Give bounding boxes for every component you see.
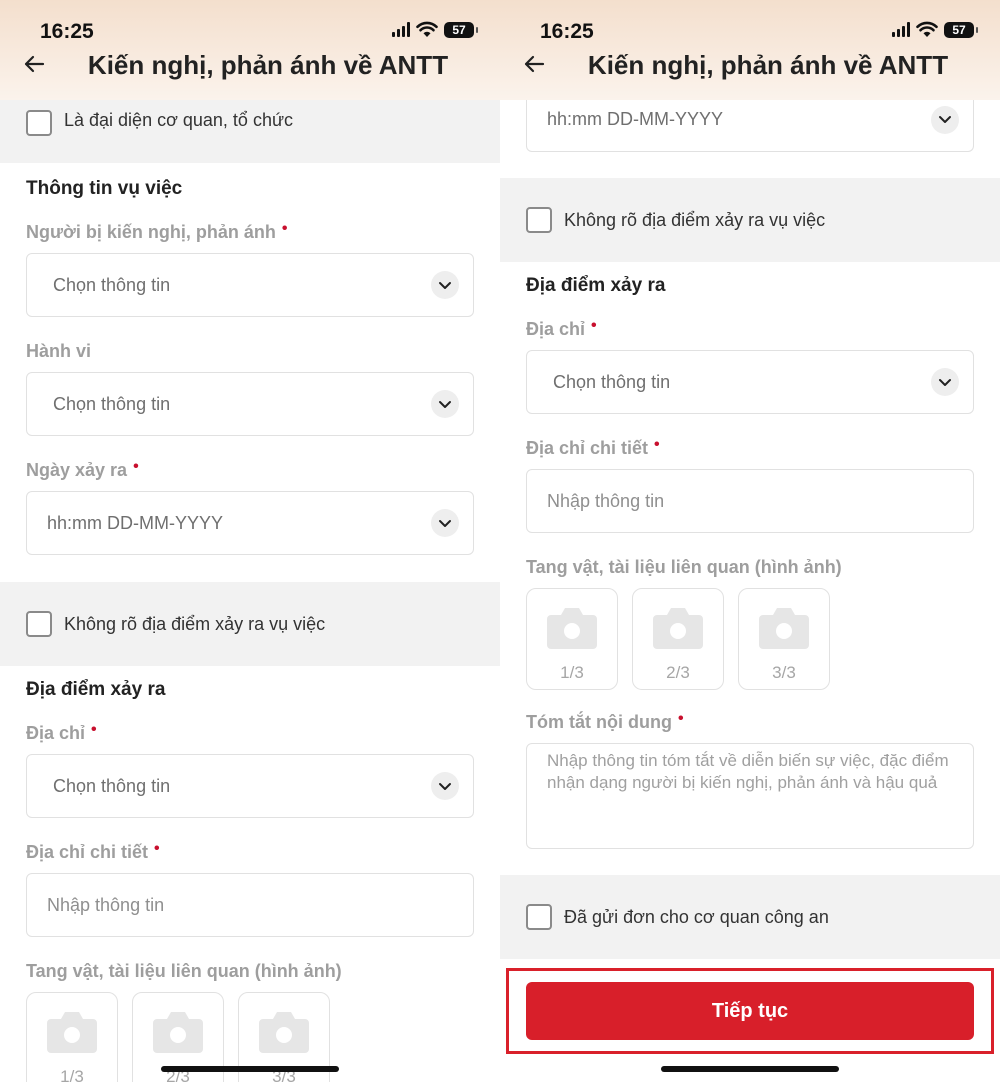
- behavior-select[interactable]: Chọn thông tin: [26, 372, 474, 436]
- incident-section-title: Thông tin vụ việc: [26, 178, 183, 199]
- status-time: 16:25: [40, 20, 94, 43]
- camera-icon: [47, 1012, 97, 1053]
- chevron-down-icon: [431, 509, 459, 537]
- address-select[interactable]: Chọn thông tin: [26, 754, 474, 818]
- page-title: Kiến nghị, phản ánh về ANTT: [587, 50, 949, 80]
- left-screen: 16:25 57 Kiến nghị, phản ánh về ANTT Là …: [0, 0, 500, 1082]
- chevron-down-icon: [431, 271, 459, 299]
- photo-slot[interactable]: 1/3: [26, 992, 118, 1082]
- battery-icon: 57: [944, 21, 978, 38]
- app-header: 16:25 57 Kiến nghị, phản ánh về ANTT: [500, 0, 1000, 100]
- date-label: Ngày xảy ra •: [26, 458, 139, 481]
- cellular-signal-icon: [892, 22, 910, 37]
- address-detail-label: Địa chỉ chi tiết •: [526, 436, 660, 459]
- unknown-location-checkbox[interactable]: [26, 611, 52, 637]
- unknown-location-label: Không rõ địa điểm xảy ra vụ việc: [64, 613, 326, 634]
- photo-slot[interactable]: 2/3: [632, 588, 724, 690]
- status-icons: 57: [392, 21, 478, 38]
- unknown-location-checkbox[interactable]: [526, 207, 552, 233]
- sent-to-police-label: Đã gửi đơn cho cơ quan công an: [564, 906, 829, 927]
- location-section-title: Địa điểm xảy ra: [26, 679, 166, 700]
- summary-label: Tóm tắt nội dung •: [526, 710, 684, 733]
- address-label: Địa chỉ •: [26, 721, 97, 744]
- photo-slot[interactable]: 3/3: [738, 588, 830, 690]
- behavior-label: Hành vi: [26, 341, 92, 361]
- unknown-location-row[interactable]: Không rõ địa điểm xảy ra vụ việc: [500, 178, 1000, 262]
- photo-slot[interactable]: 1/3: [526, 588, 618, 690]
- unknown-location-row[interactable]: Không rõ địa điểm xảy ra vụ việc: [0, 582, 500, 666]
- camera-icon: [547, 608, 597, 649]
- home-indicator[interactable]: [161, 1066, 339, 1072]
- address-select[interactable]: Chọn thông tin: [526, 350, 974, 414]
- app-header: 16:25 57 Kiến nghị, phản ánh về ANTT: [0, 0, 500, 100]
- status-time: 16:25: [540, 20, 594, 43]
- right-screen: 16:25 57 Kiến nghị, phản ánh về ANTT hh:…: [500, 0, 1000, 1082]
- address-detail-label: Địa chỉ chi tiết •: [26, 840, 160, 863]
- representative-label: Là đại diện cơ quan, tổ chức: [64, 110, 293, 130]
- wifi-icon: [916, 21, 938, 37]
- location-section-title: Địa điểm xảy ra: [526, 275, 666, 296]
- camera-icon: [153, 1012, 203, 1053]
- chevron-down-icon: [931, 105, 959, 134]
- sent-to-police-row[interactable]: Đã gửi đơn cho cơ quan công an: [500, 875, 1000, 959]
- summary-textarea[interactable]: Nhập thông tin tóm tắt về diễn biến sự v…: [526, 743, 974, 849]
- battery-icon: 57: [444, 21, 478, 38]
- address-detail-input[interactable]: Nhập thông tin: [526, 469, 974, 533]
- wifi-icon: [416, 21, 438, 37]
- form-content: Là đại diện cơ quan, tổ chức Thông tin v…: [0, 100, 500, 1082]
- address-detail-input[interactable]: Nhập thông tin: [26, 873, 474, 937]
- camera-icon: [653, 608, 703, 649]
- photo-slots: 1/3 2/3 3/3: [526, 588, 1000, 690]
- cellular-signal-icon: [392, 22, 410, 37]
- status-icons: 57: [892, 21, 978, 38]
- chevron-down-icon: [431, 390, 459, 418]
- chevron-down-icon: [431, 772, 459, 800]
- representative-checkbox[interactable]: [26, 110, 52, 136]
- continue-button[interactable]: Tiếp tục: [526, 982, 974, 1040]
- date-select[interactable]: hh:mm DD-MM-YYYY: [26, 491, 474, 555]
- camera-icon: [259, 1012, 309, 1053]
- address-label: Địa chỉ •: [526, 317, 597, 340]
- representative-row[interactable]: Là đại diện cơ quan, tổ chức: [0, 100, 500, 163]
- person-label: Người bị kiến nghị, phản ánh •: [26, 220, 288, 243]
- page-title: Kiến nghị, phản ánh về ANTT: [87, 50, 449, 80]
- evidence-label: Tang vật, tài liệu liên quan (hình ảnh): [26, 961, 342, 981]
- person-select[interactable]: Chọn thông tin: [26, 253, 474, 317]
- camera-icon: [759, 608, 809, 649]
- unknown-location-label: Không rõ địa điểm xảy ra vụ việc: [564, 209, 826, 230]
- evidence-label: Tang vật, tài liệu liên quan (hình ảnh): [526, 557, 842, 577]
- sent-to-police-checkbox[interactable]: [526, 904, 552, 930]
- submit-highlight: Tiếp tục: [506, 968, 994, 1054]
- home-indicator[interactable]: [661, 1066, 839, 1072]
- form-content: hh:mm DD-MM-YYYY Không rõ địa điểm xảy r…: [500, 88, 1000, 959]
- chevron-down-icon: [931, 368, 959, 396]
